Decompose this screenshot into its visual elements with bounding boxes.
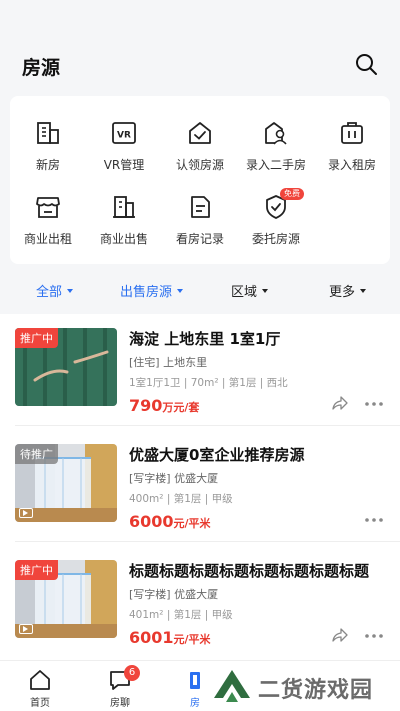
watermark: 二货游戏园 — [210, 664, 400, 708]
grid-item-claim[interactable]: 认领房源 — [162, 120, 238, 182]
price-unit: 元/平米 — [173, 633, 211, 646]
listing-item[interactable]: 待推广 优盛大厦0室企业推荐房源 [写字楼] 优盛大厦 400m² | 第1层 … — [0, 430, 400, 542]
page-title: 房源 — [22, 57, 61, 79]
listing-thumbnail: 推广中 — [15, 560, 117, 638]
search-icon[interactable] — [354, 52, 378, 76]
grid-label: 商业出售 — [99, 232, 148, 246]
grid-label: 录入租房 — [327, 158, 376, 172]
divider — [15, 541, 400, 542]
grid-item-visit-record[interactable]: 看房记录 — [162, 194, 238, 256]
vr-icon: VR — [112, 122, 136, 144]
grid-item-add-used[interactable]: 录入二手房 — [238, 120, 314, 182]
nav-home[interactable]: 首页 — [10, 669, 70, 709]
add-rental-icon — [341, 122, 363, 144]
nav-chat[interactable]: 6 房聊 — [90, 665, 150, 709]
price-value: 790 — [129, 396, 163, 415]
grid-item-entrust[interactable]: 免费 委托房源 — [238, 188, 314, 256]
grid-label: 委托房源 — [251, 232, 300, 246]
divider — [15, 425, 400, 426]
filter-label: 全部 — [36, 285, 63, 300]
grid-label: 认领房源 — [175, 158, 224, 172]
listing-title: 标题标题标题标题标题标题标题标题 — [129, 562, 370, 580]
listing-subtitle: [写字楼] 优盛大厦 — [129, 472, 219, 485]
listing-item[interactable]: 推广中 标题标题标题标题标题标题标题标题 [写字楼] 优盛大厦 401m² | … — [0, 546, 400, 658]
watermark-logo — [214, 670, 250, 702]
listing-title: 优盛大厦0室企业推荐房源 — [129, 446, 305, 464]
video-icon — [19, 508, 33, 518]
price-unit: 万元/套 — [162, 401, 200, 414]
caret-down-icon — [67, 288, 74, 293]
more-icon[interactable] — [364, 517, 384, 523]
share-icon[interactable] — [332, 627, 348, 643]
more-icon[interactable] — [364, 633, 384, 639]
grid-item-add-rental[interactable]: 录入租房 — [314, 120, 390, 182]
share-icon[interactable] — [332, 395, 348, 411]
grid-item-new-house[interactable]: 新房 — [10, 120, 86, 182]
svg-text:VR: VR — [117, 131, 131, 141]
filter-bar: 全部 出售房源 区域 更多 — [0, 268, 400, 312]
nav-label: 房聊 — [110, 698, 130, 709]
grid-label: 商业出租 — [23, 232, 72, 246]
office-building-icon — [113, 196, 135, 218]
more-icon[interactable] — [364, 401, 384, 407]
filter-for-sale[interactable]: 出售房源 — [120, 281, 184, 300]
grid-item-commercial-sale[interactable]: 商业出售 — [86, 194, 162, 256]
unread-badge: 6 — [124, 665, 140, 681]
function-grid: 新房 VR VR管理 认领房源 录入二手房 录入租房 商业出租 商业出售 看房记… — [10, 96, 390, 264]
nav-label: 首页 — [30, 698, 50, 709]
grid-item-vr[interactable]: VR VR管理 — [86, 120, 162, 182]
free-badge: 免费 — [280, 188, 304, 200]
filter-label: 区域 — [231, 285, 258, 300]
grid-label: 新房 — [35, 158, 60, 172]
grid-label: 看房记录 — [175, 232, 224, 246]
house-list-icon — [190, 672, 200, 689]
grid-label: 录入二手房 — [245, 158, 306, 172]
caret-down-icon — [262, 288, 269, 293]
listing-list: 推广中 海淀 上地东里 1室1厅 [住宅] 上地东里 1室1厅1卫 | 70m²… — [0, 314, 400, 660]
record-icon — [191, 196, 210, 218]
home-icon — [30, 670, 50, 690]
listing-meta: 1室1厅1卫 | 70m² | 第1层 | 西北 — [129, 377, 288, 389]
filter-region[interactable]: 区域 — [231, 281, 269, 300]
listing-thumbnail: 待推广 — [15, 444, 117, 522]
price-unit: 元/平米 — [173, 517, 211, 530]
listing-subtitle: [写字楼] 优盛大厦 — [129, 588, 219, 601]
listing-title: 海淀 上地东里 1室1厅 — [129, 330, 281, 348]
filter-label: 更多 — [329, 285, 356, 300]
shop-icon — [36, 197, 60, 218]
listing-meta: 401m² | 第1层 | 甲级 — [129, 609, 233, 621]
listing-thumbnail: 推广中 — [15, 328, 117, 406]
grid-label: VR管理 — [103, 158, 145, 172]
price-value: 6001 — [129, 628, 174, 647]
filter-all[interactable]: 全部 — [36, 281, 74, 300]
video-icon — [19, 624, 33, 634]
listing-price: 6001元/平米 — [129, 628, 211, 647]
listing-price: 6000元/平米 — [129, 512, 211, 531]
building-icon — [37, 122, 59, 144]
listing-meta: 400m² | 第1层 | 甲级 — [129, 493, 233, 505]
filter-more[interactable]: 更多 — [329, 281, 367, 300]
caret-down-icon — [360, 288, 367, 293]
listing-subtitle: [住宅] 上地东里 — [129, 356, 208, 369]
filter-label: 出售房源 — [120, 285, 173, 300]
claim-house-icon — [189, 122, 211, 144]
grid-item-commercial-rent[interactable]: 商业出租 — [10, 194, 86, 256]
watermark-text: 二货游戏园 — [258, 678, 374, 703]
promo-tag: 推广中 — [15, 328, 58, 348]
caret-down-icon — [177, 288, 184, 293]
listing-price: 790万元/套 — [129, 396, 199, 415]
listing-item[interactable]: 推广中 海淀 上地东里 1室1厅 [住宅] 上地东里 1室1厅1卫 | 70m²… — [0, 314, 400, 426]
price-value: 6000 — [129, 512, 174, 531]
promo-tag: 推广中 — [15, 560, 58, 580]
app-header: 房源 — [0, 0, 400, 90]
add-used-house-icon — [265, 122, 287, 145]
pending-tag: 待推广 — [15, 444, 58, 464]
